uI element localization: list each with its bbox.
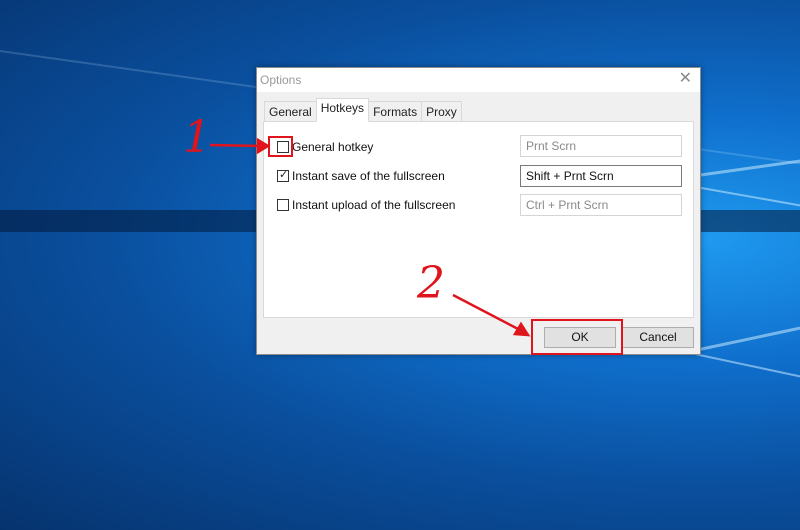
- checkbox-label: Instant save of the fullscreen: [292, 169, 445, 183]
- instant-upload-hotkey-field[interactable]: Ctrl + Prnt Scrn: [520, 194, 682, 216]
- checkmark-icon: ✓: [279, 169, 289, 181]
- light-beam: [689, 155, 800, 178]
- general-hotkey-checkbox[interactable]: General hotkey: [277, 139, 373, 155]
- tab-formats[interactable]: Formats: [368, 101, 423, 122]
- hotkeys-panel: General hotkey Prnt Scrn ✓ Instant save …: [263, 121, 694, 318]
- light-beam: [689, 320, 800, 353]
- tab-hotkeys[interactable]: Hotkeys: [315, 98, 370, 122]
- instant-upload-checkbox[interactable]: Instant upload of the fullscreen: [277, 197, 455, 213]
- instant-save-hotkey-field[interactable]: Shift + Prnt Scrn: [520, 165, 682, 187]
- checkbox-label: General hotkey: [292, 140, 374, 154]
- tab-proxy[interactable]: Proxy: [421, 101, 462, 122]
- tab-general[interactable]: General: [264, 101, 317, 122]
- checkbox-checked[interactable]: ✓: [277, 169, 289, 182]
- light-beam: [689, 352, 800, 384]
- checkbox-unchecked[interactable]: [277, 141, 289, 153]
- tab-strip: General Hotkeys Formats Proxy: [264, 98, 462, 122]
- options-dialog: Options ✕ General Hotkeys Formats Proxy …: [256, 67, 701, 355]
- dialog-title: Options: [260, 73, 302, 87]
- ok-button[interactable]: OK: [544, 327, 616, 348]
- close-icon[interactable]: ✕: [679, 71, 692, 87]
- step-1-number: 1: [183, 112, 211, 163]
- checkbox-unchecked[interactable]: [277, 199, 289, 211]
- cancel-button[interactable]: Cancel: [622, 327, 694, 348]
- general-hotkey-field[interactable]: Prnt Scrn: [520, 135, 682, 157]
- title-bar[interactable]: Options ✕: [257, 68, 700, 92]
- instant-save-checkbox[interactable]: ✓ Instant save of the fullscreen: [277, 168, 445, 184]
- checkbox-label: Instant upload of the fullscreen: [292, 198, 456, 212]
- light-beam: [689, 185, 800, 212]
